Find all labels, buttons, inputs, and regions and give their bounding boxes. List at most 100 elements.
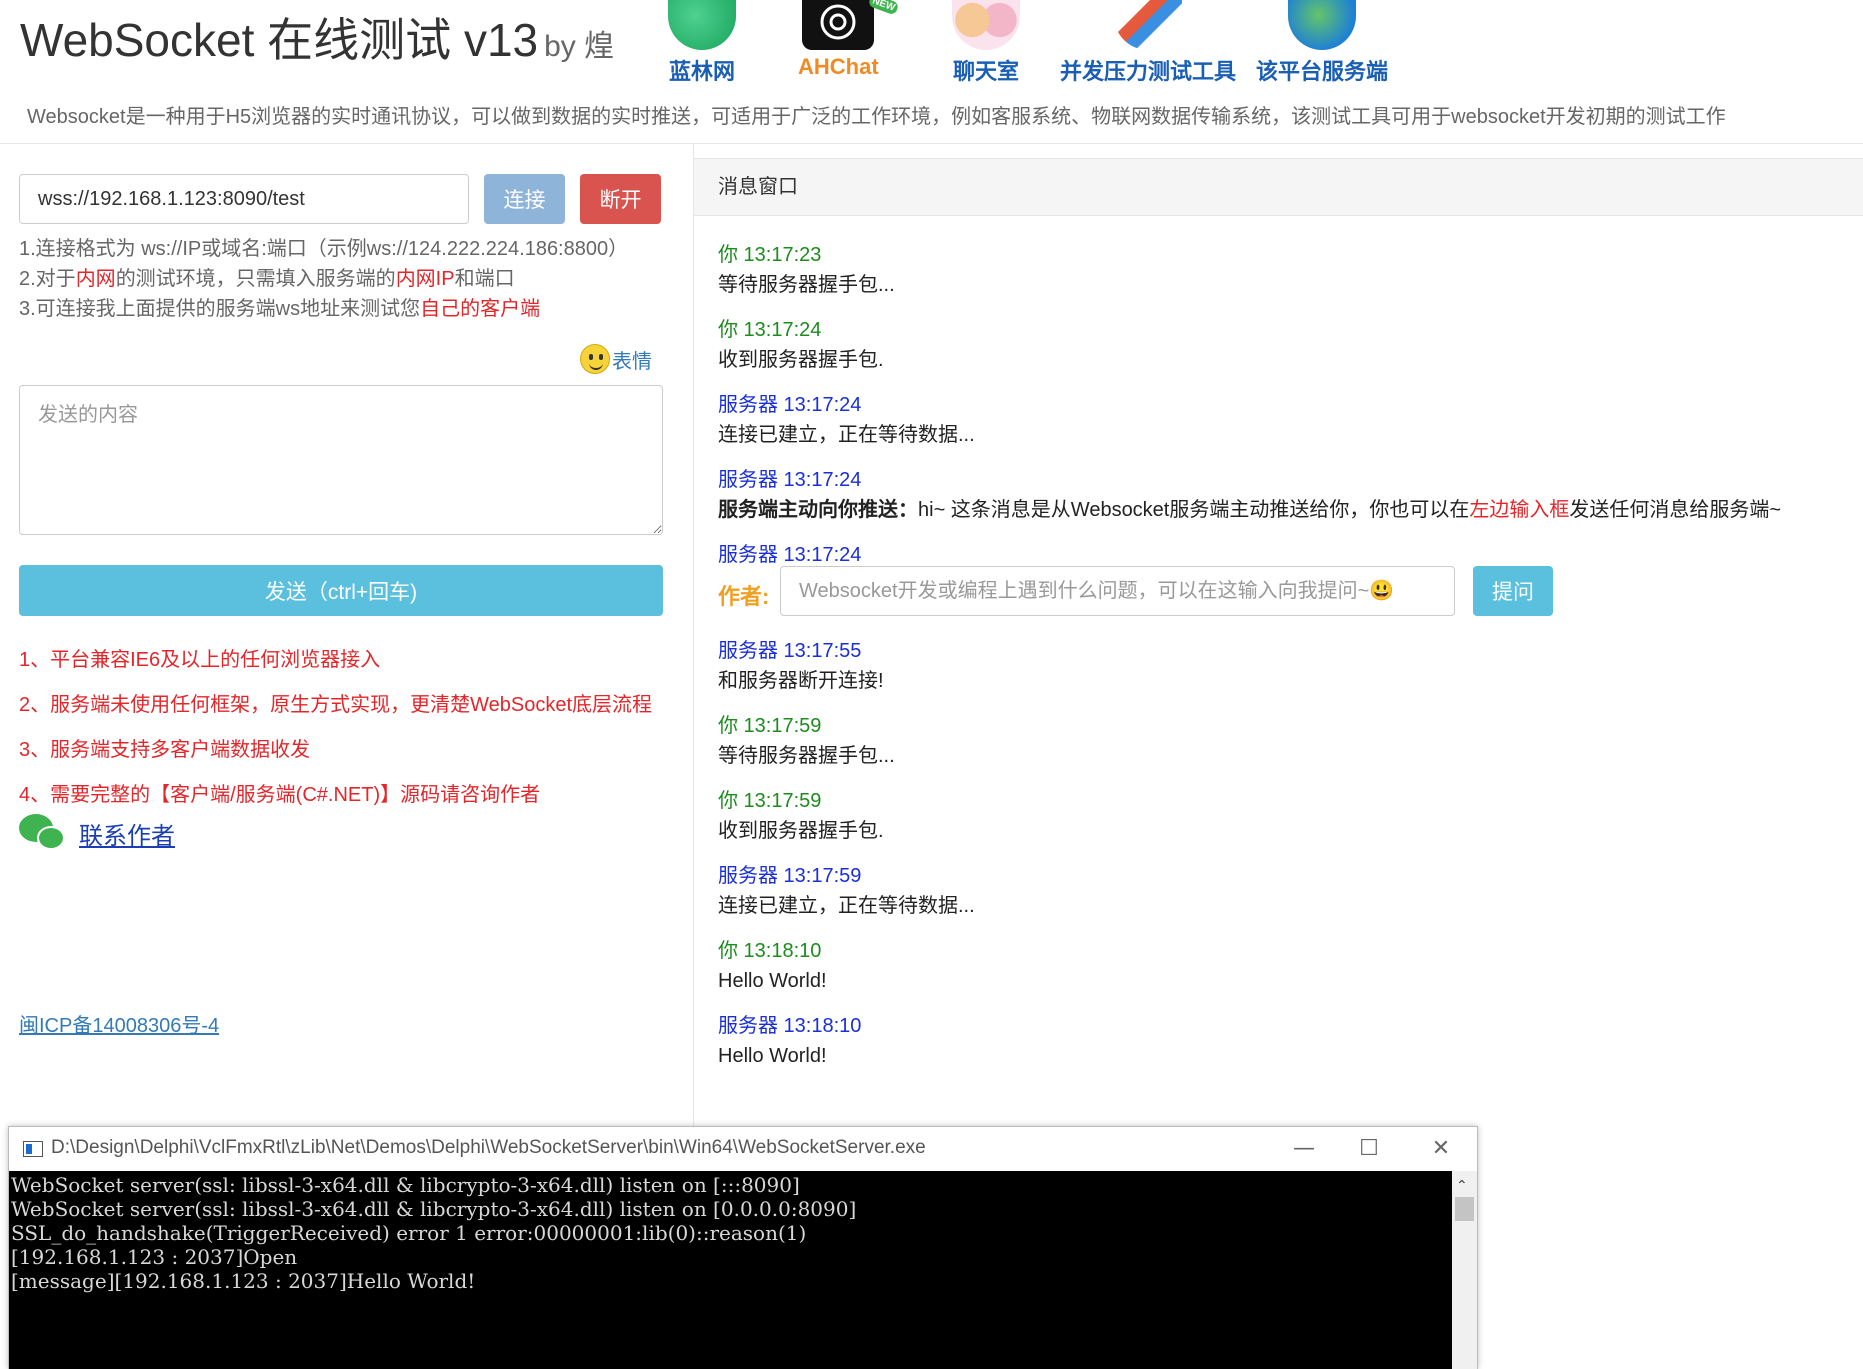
message-body: 服务端主动向你推送：hi~ 这条消息是从Websocket服务端主动推送给你，你… [718, 495, 1858, 525]
message-item: 你 13:17:59 收到服务器握手包. [718, 786, 1858, 861]
message-item: 你 13:18:10 Hello World! [718, 936, 1858, 1011]
feature-item: 2、服务端未使用任何框架，原生方式实现，更清楚WebSocket底层流程 [19, 694, 653, 716]
message-item: 服务器 13:17:55 和服务器断开连接! [718, 636, 1858, 711]
wechat-icon [19, 814, 65, 852]
page-title: WebSocket 在线测试 v13 by 煌 [20, 4, 614, 70]
message-item: 服务器 13:17:24 作者: 提问 [718, 540, 1858, 636]
feature-item: 4、需要完整的【客户端/服务端(C#.NET)】源码请咨询作者 [19, 784, 541, 806]
hint-text: 3.可连接我上面提供的服务端ws地址来测试您 [19, 298, 421, 320]
hint-highlight: 自己的客户端 [420, 298, 541, 320]
emoji-button[interactable]: 表情 [580, 344, 652, 374]
console-app-icon [23, 1141, 43, 1157]
console-line: [message][192.168.1.123 : 2037]Hello Wor… [11, 1269, 476, 1293]
message-meta: 服务器 13:17:59 [718, 865, 862, 887]
ask-button[interactable]: 提问 [1473, 566, 1553, 616]
nav-label: 蓝林网 [668, 59, 735, 84]
globe-icon [668, 0, 736, 50]
message-item: 服务器 13:17:24 连接已建立，正在等待数据... [718, 390, 1858, 465]
message-meta: 你 13:18:10 [718, 940, 822, 962]
message-item: 服务器 13:18:10 Hello World! [718, 1011, 1858, 1086]
maximize-button[interactable]: ☐ [1349, 1135, 1389, 1163]
push-text: hi~ 这条消息是从Websocket服务端主动推送给你，你也可以在 [918, 499, 1470, 521]
nav-label: 该平台服务端 [1256, 59, 1389, 84]
pencil-tool-icon [1114, 0, 1182, 50]
nav-platform-server[interactable]: 该平台服务端 [1256, 0, 1388, 86]
connection-hints: 1.连接格式为 ws://IP或域名:端口（示例ws://124.222.224… [19, 234, 628, 324]
nav-lanlin[interactable]: 蓝林网 [668, 0, 736, 86]
title-text: WebSocket 在线测试 v13 [20, 14, 539, 66]
console-line: SSL_do_handshake(TriggerReceived) error … [11, 1221, 807, 1245]
message-body: 等待服务器握手包... [718, 745, 895, 767]
push-label: 服务端主动向你推送： [718, 499, 918, 521]
console-title: D:\Design\Delphi\VclFmxRtl\zLib\Net\Demo… [51, 1137, 926, 1158]
ask-author-input[interactable] [780, 566, 1455, 616]
message-list: 你 13:17:23 等待服务器握手包... 你 13:17:24 收到服务器握… [718, 240, 1858, 1086]
close-button[interactable]: ✕ [1421, 1135, 1461, 1163]
feature-list: 1、平台兼容IE6及以上的任何浏览器接入 2、服务端未使用任何框架，原生方式实现… [19, 638, 652, 818]
header: WebSocket 在线测试 v13 by 煌 蓝林网 NEW AHChat 聊天… [0, 0, 1863, 144]
message-body: Hello World! [718, 970, 827, 992]
nav-stress-test[interactable]: 并发压力测试工具 [1060, 0, 1236, 86]
connect-button[interactable]: 连接 [484, 174, 565, 224]
message-meta: 你 13:17:24 [718, 319, 822, 341]
scroll-thumb[interactable] [1455, 1197, 1474, 1221]
nav-ahchat[interactable]: NEW AHChat [798, 0, 900, 80]
message-meta: 服务器 13:17:24 [718, 469, 862, 491]
nav-label: 聊天室 [952, 59, 1019, 84]
console-window: D:\Design\Delphi\VclFmxRtl\zLib\Net\Demo… [8, 1126, 1478, 1369]
message-meta: 你 13:17:59 [718, 715, 822, 737]
hint-text: 2.对于 [19, 268, 76, 290]
icp-link[interactable]: 闽ICP备14008306号-4 [19, 1009, 219, 1038]
message-body: 收到服务器握手包. [718, 349, 884, 371]
message-body: Hello World! [718, 1045, 827, 1067]
message-item: 服务器 13:17:59 连接已建立，正在等待数据... [718, 861, 1858, 936]
message-item: 你 13:17:24 收到服务器握手包. [718, 315, 1858, 390]
message-body: 收到服务器握手包. [718, 820, 884, 842]
nav-chatroom[interactable]: 聊天室 [952, 0, 1020, 86]
contact-author: 联系作者 [19, 814, 175, 852]
message-window-title: 消息窗口 [694, 158, 1863, 216]
message-meta: 你 13:17:59 [718, 790, 822, 812]
message-meta: 你 13:17:23 [718, 244, 822, 266]
message-meta: 服务器 13:18:10 [718, 1015, 862, 1037]
hint-highlight: 内网IP [395, 268, 455, 290]
console-line: WebSocket server(ssl: libssl-3-x64.dll &… [11, 1173, 800, 1197]
ask-author-label: 作者: [718, 584, 770, 609]
console-line: WebSocket server(ssl: libssl-3-x64.dll &… [11, 1197, 857, 1221]
contact-author-link[interactable]: 联系作者 [79, 816, 175, 851]
console-line: [192.168.1.123 : 2037]Open [11, 1245, 298, 1269]
send-content-textarea[interactable] [19, 385, 663, 535]
smiley-icon [580, 344, 610, 374]
server-url-input[interactable] [19, 174, 469, 224]
feature-item: 3、服务端支持多客户端数据收发 [19, 739, 311, 761]
message-window: 消息窗口 你 13:17:23 等待服务器握手包... 你 13:17:24 收… [694, 144, 1863, 1129]
message-body: 连接已建立，正在等待数据... [718, 895, 975, 917]
disconnect-button[interactable]: 断开 [580, 174, 661, 224]
chat-people-icon [952, 0, 1020, 50]
console-titlebar[interactable]: D:\Design\Delphi\VclFmxRtl\zLib\Net\Demo… [9, 1127, 1477, 1171]
hint-text: 和端口 [454, 268, 515, 290]
message-body: 连接已建立，正在等待数据... [718, 424, 975, 446]
nav-label: 并发压力测试工具 [1060, 59, 1237, 84]
console-scrollbar[interactable]: ⌃ [1452, 1171, 1477, 1369]
emoji-label: 表情 [612, 350, 652, 373]
send-button[interactable]: 发送（ctrl+回车) [19, 565, 663, 616]
site-description: Websocket是一种用于H5浏览器的实时通讯协议，可以做到数据的实时推送，可… [27, 106, 1726, 128]
openai-logo-icon: NEW [802, 0, 900, 50]
message-meta: 服务器 13:17:24 [718, 394, 862, 416]
console-output: WebSocket server(ssl: libssl-3-x64.dll &… [9, 1171, 1452, 1369]
hint-text: 的测试环境，只需填入服务端的 [115, 268, 396, 290]
message-item: 你 13:17:23 等待服务器握手包... [718, 240, 1858, 315]
push-text: 发送任何消息给服务端~ [1569, 499, 1782, 521]
message-item: 服务器 13:17:24 服务端主动向你推送：hi~ 这条消息是从Websock… [718, 465, 1858, 540]
minimize-button[interactable]: — [1284, 1135, 1324, 1163]
hint-line-3: 3.可连接我上面提供的服务端ws地址来测试您自己的客户端 [19, 294, 628, 324]
control-panel: 连接 断开 1.连接格式为 ws://IP或域名:端口（示例ws://124.2… [0, 144, 694, 1129]
message-body: 等待服务器握手包... [718, 274, 895, 296]
title-author: by 煌 [544, 30, 615, 63]
message-item: 你 13:17:59 等待服务器握手包... [718, 711, 1858, 786]
hint-line-1: 1.连接格式为 ws://IP或域名:端口（示例ws://124.222.224… [19, 238, 629, 260]
nav-label: AHChat [798, 54, 879, 79]
scroll-up-icon[interactable]: ⌃ [1456, 1177, 1468, 1194]
message-meta: 服务器 13:17:55 [718, 640, 862, 662]
